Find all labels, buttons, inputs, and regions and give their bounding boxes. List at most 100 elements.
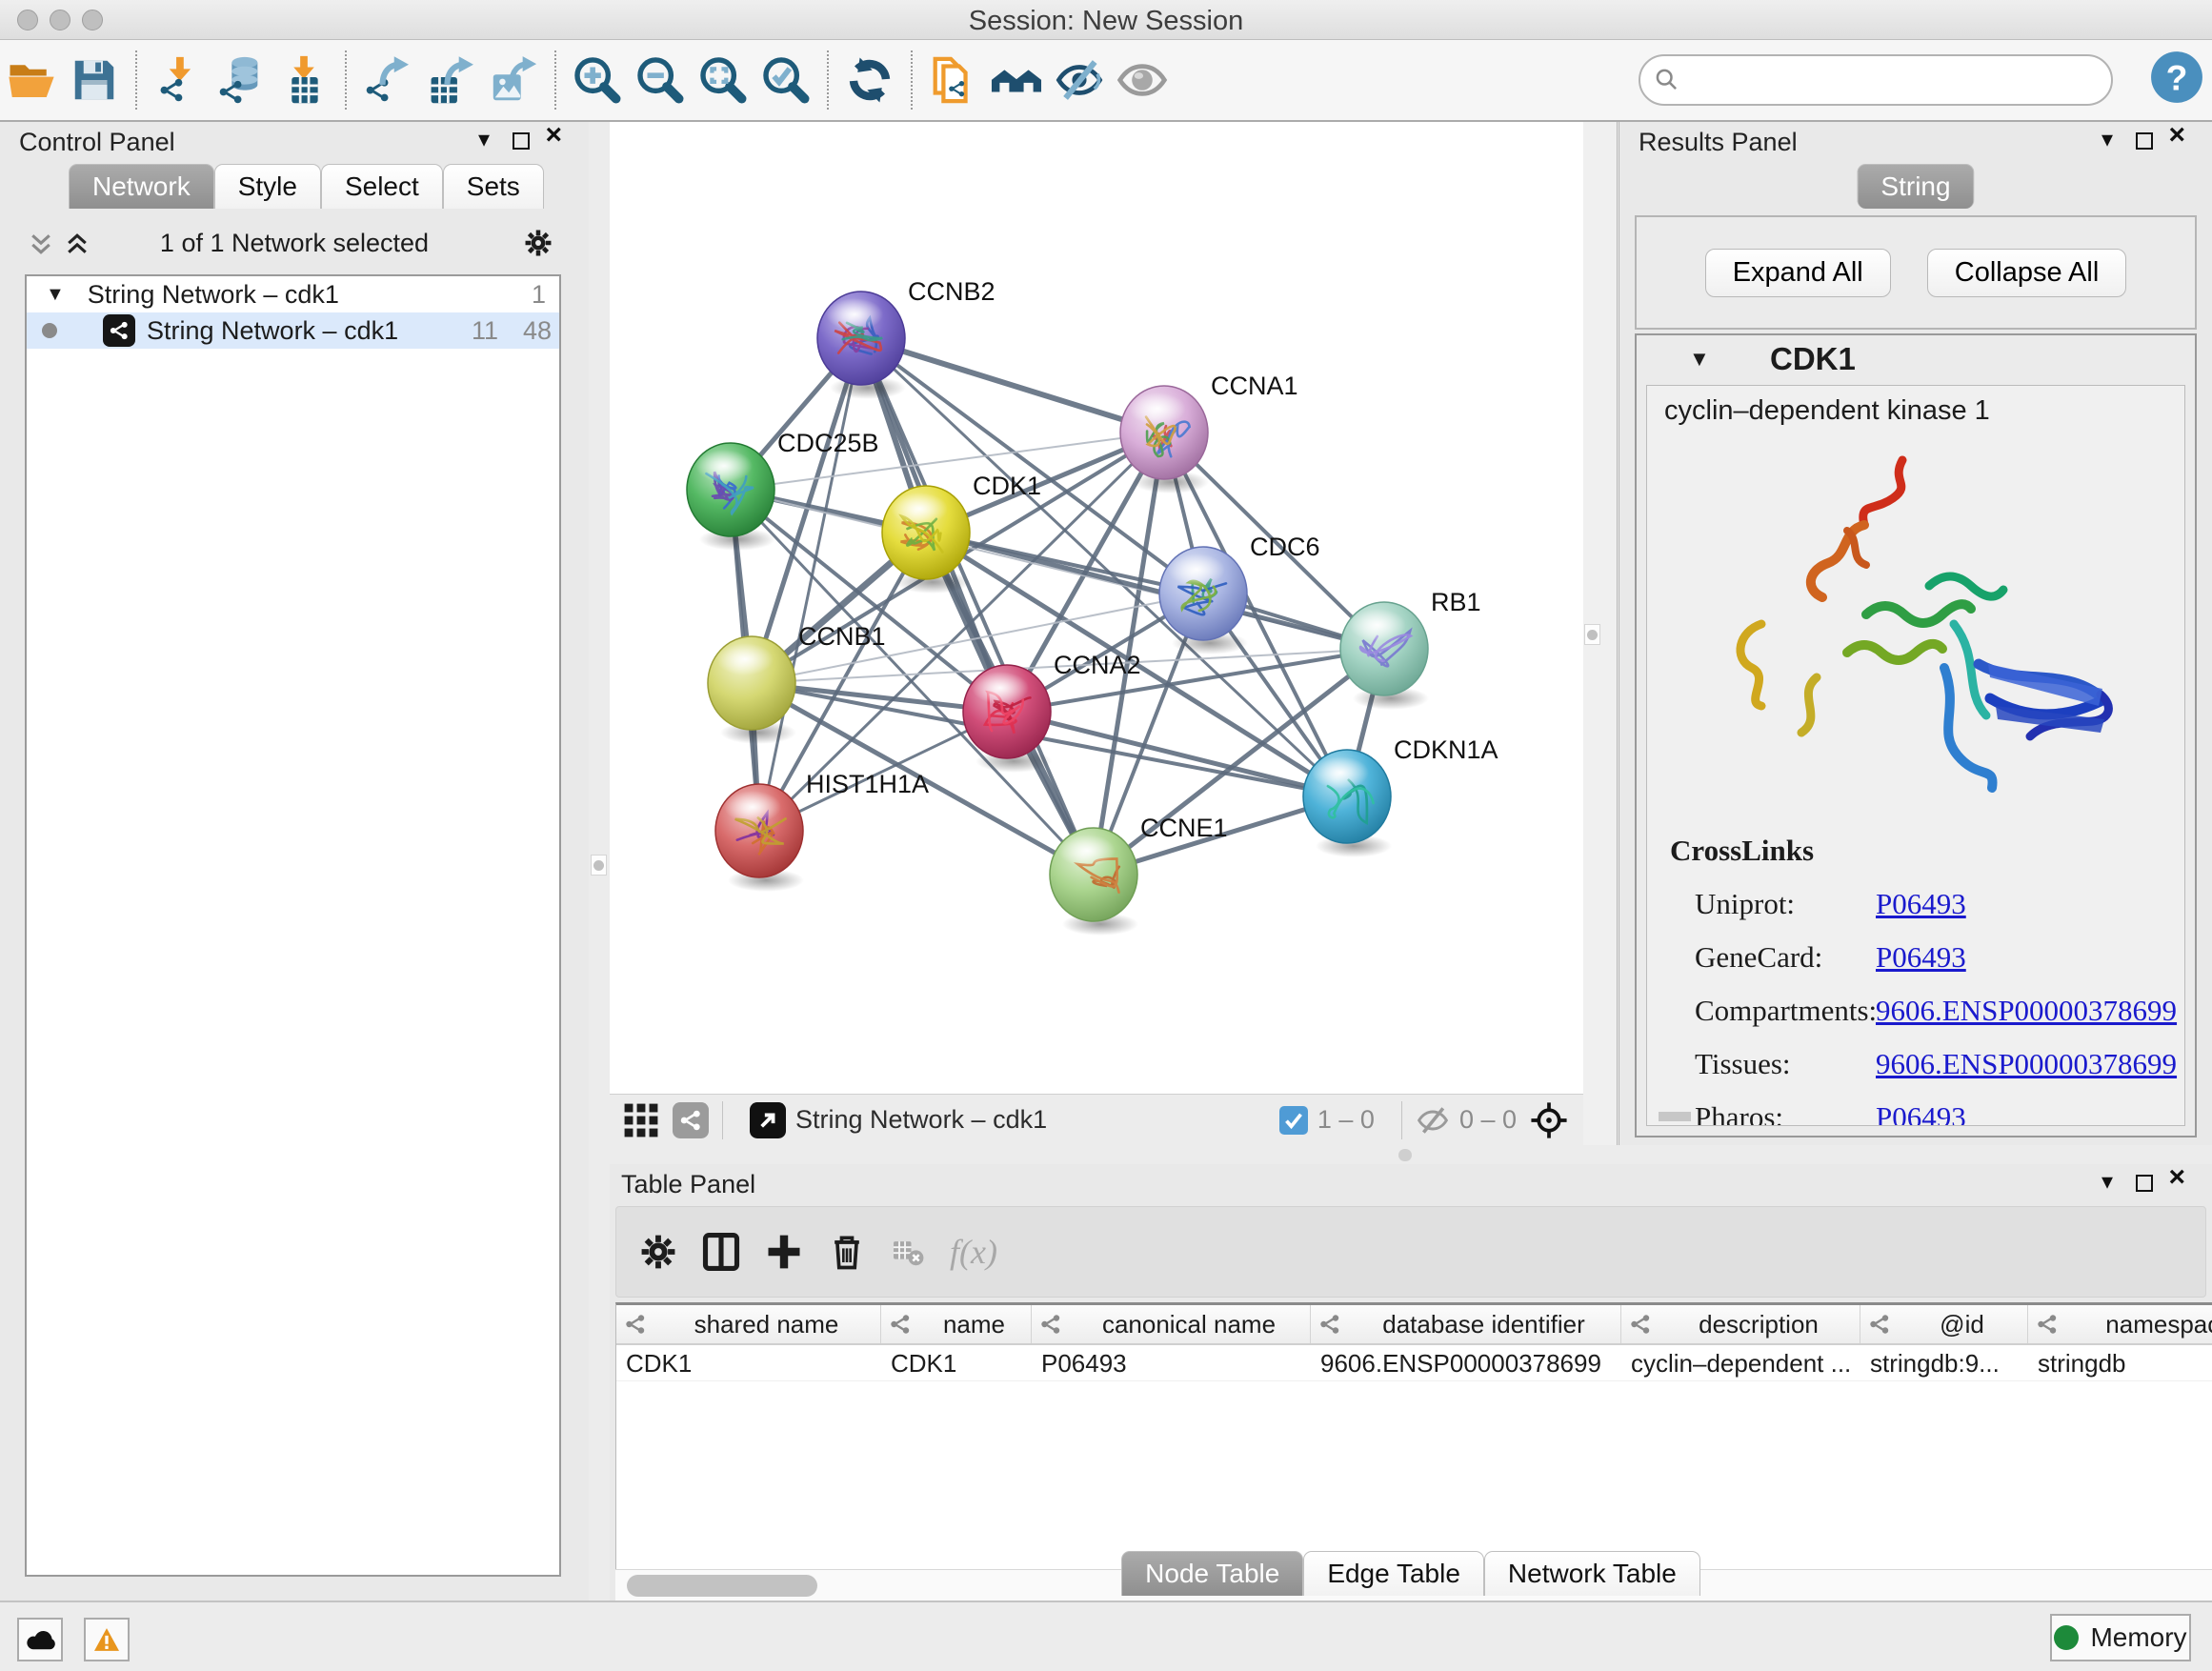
table-row[interactable]: CDK1CDK1P064939606.ENSP00000378699cyclin… xyxy=(616,1345,2212,1381)
column-header-description[interactable]: description xyxy=(1621,1305,1860,1343)
crosslink-label: Uniprot: xyxy=(1695,887,1876,921)
gene-card: ▼ CDK1 cyclin–dependent kinase 1 xyxy=(1635,333,2197,1137)
tree-expand-icon[interactable]: ▼ xyxy=(46,284,65,306)
crosslink-link[interactable]: P06493 xyxy=(1876,1100,1966,1126)
warnings-button[interactable] xyxy=(84,1618,130,1661)
import-network-database-button[interactable] xyxy=(210,49,272,111)
network-view-icon[interactable] xyxy=(673,1102,709,1138)
panel-float-icon[interactable] xyxy=(2136,132,2153,150)
cell-description[interactable]: cyclin–dependent ... xyxy=(1621,1345,1860,1380)
column-header-database-identifier[interactable]: database identifier xyxy=(1311,1305,1621,1343)
gene-card-body: cyclin–dependent kinase 1 xyxy=(1646,385,2185,1126)
node-label-HIST1H1A: HIST1H1A xyxy=(806,770,929,798)
import-table-button[interactable] xyxy=(272,49,335,111)
crosslink-link[interactable]: P06493 xyxy=(1876,940,1966,975)
export-image-button[interactable] xyxy=(482,49,545,111)
zoom-in-button[interactable] xyxy=(566,49,629,111)
cloud-status-button[interactable] xyxy=(17,1618,63,1661)
cell-@id[interactable]: stringdb:9... xyxy=(1860,1345,2028,1380)
network-row[interactable]: String Network – cdk1 11 48 xyxy=(27,312,559,349)
houses-icon xyxy=(991,54,1042,106)
show-all-button[interactable] xyxy=(1111,49,1174,111)
results-scrollbar-thumb[interactable] xyxy=(1659,1112,1691,1121)
panel-menu-icon[interactable]: ▾ xyxy=(2098,1170,2117,1195)
cell-namespace[interactable]: stringdb xyxy=(2028,1345,2212,1380)
toolbar-separator xyxy=(345,50,347,110)
delete-column-trash-icon[interactable] xyxy=(826,1231,868,1273)
import-network-file-button[interactable] xyxy=(147,49,210,111)
column-header-namespace[interactable]: namespace xyxy=(2028,1305,2212,1343)
string-tab-label[interactable]: String xyxy=(1857,164,1974,209)
show-neighbors-button[interactable] xyxy=(985,49,1048,111)
column-header-name[interactable]: name xyxy=(881,1305,1032,1343)
gear-icon[interactable] xyxy=(522,227,554,259)
export-image-icon xyxy=(488,54,539,106)
selected-checkbox-icon[interactable] xyxy=(1279,1106,1308,1135)
cell-database-identifier[interactable]: 9606.ENSP00000378699 xyxy=(1311,1345,1621,1380)
grid-view-icon[interactable] xyxy=(623,1102,659,1138)
right-splitter-handle[interactable] xyxy=(1584,624,1600,645)
tab-sets[interactable]: Sets xyxy=(443,164,544,209)
detach-view-icon[interactable] xyxy=(750,1102,786,1138)
export-network-button[interactable] xyxy=(356,49,419,111)
panel-close-icon[interactable]: × xyxy=(545,123,562,148)
column-header-shared-name[interactable]: shared name xyxy=(616,1305,881,1343)
panel-close-icon[interactable]: × xyxy=(2168,1165,2185,1190)
column-header-@id[interactable]: @id xyxy=(1860,1305,2028,1343)
horizontal-splitter[interactable] xyxy=(610,1145,2212,1164)
zoom-selected-button[interactable] xyxy=(754,49,817,111)
cell-shared-name[interactable]: CDK1 xyxy=(616,1345,881,1380)
tab-node-table[interactable]: Node Table xyxy=(1121,1551,1303,1596)
panel-float-icon[interactable] xyxy=(513,132,530,150)
table-type-tabs: Node TableEdge TableNetwork Table xyxy=(610,1551,2212,1596)
clone-network-button[interactable] xyxy=(922,49,985,111)
table-settings-gear-icon[interactable] xyxy=(637,1231,679,1273)
string-tab[interactable]: String xyxy=(1857,164,1974,209)
tab-edge-table[interactable]: Edge Table xyxy=(1303,1551,1484,1596)
horizontal-splitter-handle[interactable] xyxy=(1398,1149,1412,1161)
tab-network-table[interactable]: Network Table xyxy=(1484,1551,1700,1596)
cell-canonical-name[interactable]: P06493 xyxy=(1032,1345,1311,1380)
floppy-icon xyxy=(69,54,120,106)
network-canvas[interactable]: CCNB2CCNA1CDC25BCDK1CDC6RB1CCNB1CCNA2CDK… xyxy=(610,122,1583,1094)
search-box[interactable] xyxy=(1639,54,2113,106)
open-file-button[interactable] xyxy=(0,49,63,111)
hide-selected-button[interactable] xyxy=(1048,49,1111,111)
cell-name[interactable]: CDK1 xyxy=(881,1345,1032,1380)
panel-close-icon[interactable]: × xyxy=(2168,123,2185,148)
crosslink-link[interactable]: 9606.ENSP00000378699 xyxy=(1876,1047,2177,1081)
import-table-icon xyxy=(278,54,330,106)
crosslink-link[interactable]: 9606.ENSP00000378699 xyxy=(1876,994,2177,1028)
collapse-all-button[interactable]: Collapse All xyxy=(1927,249,2127,297)
tab-style[interactable]: Style xyxy=(214,164,321,209)
title-bar: Session: New Session xyxy=(0,0,2212,40)
tab-select[interactable]: Select xyxy=(321,164,443,209)
zoom-fit-button[interactable] xyxy=(692,49,754,111)
expand-all-button[interactable]: Expand All xyxy=(1705,249,1891,297)
left-splitter[interactable] xyxy=(589,122,610,1601)
hidden-count: 0 – 0 xyxy=(1459,1105,1517,1135)
export-table-button[interactable] xyxy=(419,49,482,111)
zoom-out-button[interactable] xyxy=(629,49,692,111)
search-input[interactable] xyxy=(1680,65,2081,96)
save-session-button[interactable] xyxy=(63,49,126,111)
right-splitter[interactable] xyxy=(1583,122,1619,1145)
network-collection-row[interactable]: ▼ String Network – cdk1 1 xyxy=(27,276,559,312)
refresh-button[interactable] xyxy=(838,49,901,111)
panel-menu-icon[interactable]: ▾ xyxy=(474,128,493,152)
network-selection-status: 1 of 1 Network selected xyxy=(0,229,589,258)
panel-menu-icon[interactable]: ▾ xyxy=(2098,128,2117,152)
panel-float-icon[interactable] xyxy=(2136,1175,2153,1192)
column-header-canonical-name[interactable]: canonical name xyxy=(1032,1305,1311,1343)
fit-content-crosshair-icon[interactable] xyxy=(1530,1101,1568,1139)
collapse-gene-icon[interactable]: ▼ xyxy=(1689,347,1710,372)
left-splitter-handle[interactable] xyxy=(591,855,607,876)
node-label-CCNE1: CCNE1 xyxy=(1140,814,1228,842)
help-button[interactable]: ? xyxy=(2149,50,2204,105)
show-columns-icon[interactable] xyxy=(700,1231,742,1273)
crosslink-link[interactable]: P06493 xyxy=(1876,887,1966,921)
memory-button[interactable]: Memory xyxy=(2050,1614,2191,1661)
add-column-icon[interactable] xyxy=(763,1231,805,1273)
tab-network[interactable]: Network xyxy=(69,164,214,209)
gene-card-header[interactable]: ▼ CDK1 xyxy=(1637,335,2195,383)
